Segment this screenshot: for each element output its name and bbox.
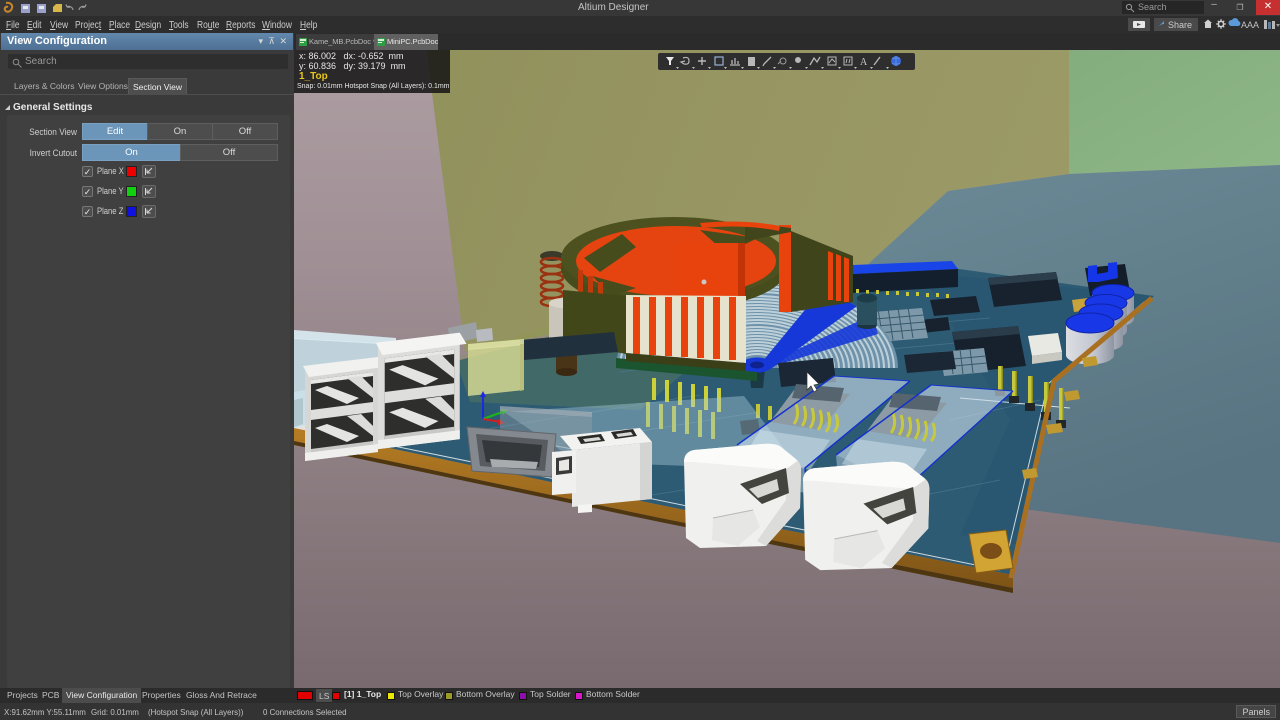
- svg-text:AAA: AAA: [1241, 20, 1259, 30]
- svg-text:Share: Share: [1168, 20, 1192, 30]
- svg-text:A: A: [860, 57, 868, 68]
